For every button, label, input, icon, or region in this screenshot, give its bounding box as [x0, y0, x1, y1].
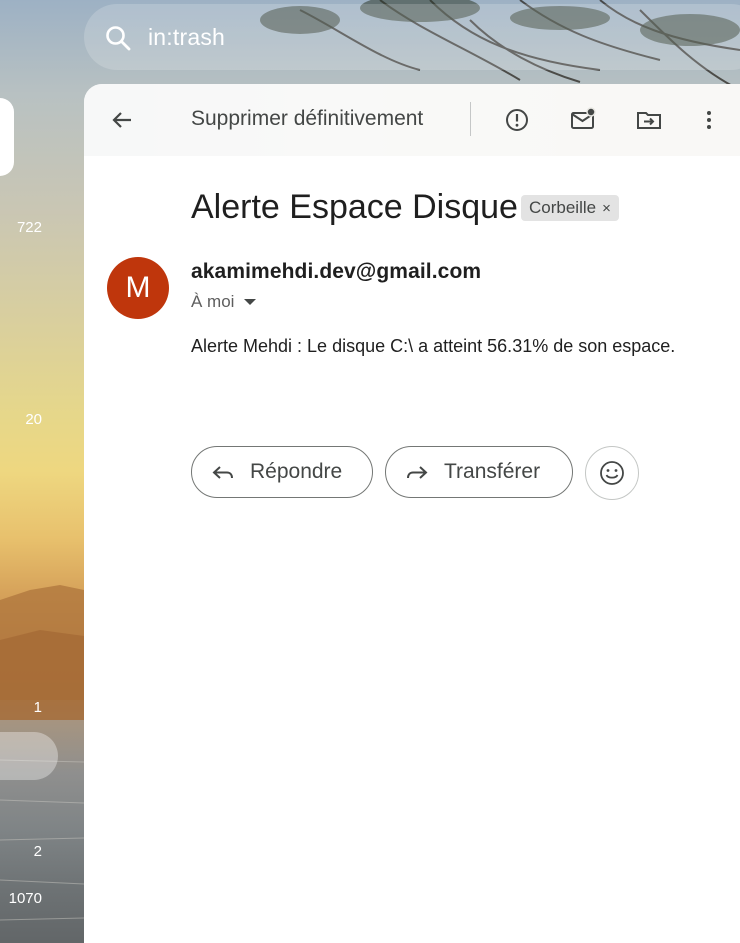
- emoji-reaction-button[interactable]: [585, 446, 639, 500]
- more-vertical-icon[interactable]: [695, 106, 723, 134]
- emoji-reaction-icon: [600, 461, 624, 485]
- sender-email: akamimehdi.dev@gmail.com: [191, 260, 482, 283]
- message-toolbar: Supprimer définitivement: [84, 84, 740, 156]
- label-chip-text: Corbeille: [529, 198, 597, 217]
- avatar-letter: M: [125, 271, 151, 304]
- forward-label: Transférer: [444, 460, 541, 483]
- avatar[interactable]: M: [107, 257, 169, 319]
- delete-forever-button[interactable]: Supprimer définitivement: [191, 107, 423, 131]
- forward-button[interactable]: Transférer: [385, 446, 573, 498]
- reply-button[interactable]: Répondre: [191, 446, 373, 498]
- message-subject: Alerte Espace Disque: [191, 188, 518, 226]
- recipient-details[interactable]: À moi: [191, 292, 257, 312]
- message-body: Alerte Mehdi : Le disque C:\ a atteint 5…: [191, 336, 676, 356]
- reply-icon: [212, 466, 233, 479]
- rail-card[interactable]: [0, 98, 14, 176]
- rail-selected-item[interactable]: [0, 732, 58, 780]
- reply-label: Répondre: [250, 460, 343, 483]
- move-to-folder-icon[interactable]: [635, 106, 663, 134]
- arrow-back-icon[interactable]: [108, 106, 136, 134]
- chevron-down-icon[interactable]: [244, 299, 257, 305]
- label-chip[interactable]: Corbeille ×: [521, 195, 619, 221]
- rail-count: 2: [33, 843, 42, 860]
- recipient-label: À moi: [191, 292, 235, 311]
- rail-count: 722: [16, 219, 42, 236]
- rail-count: 20: [25, 411, 42, 428]
- message-panel: Supprimer définitivement Alerte Espace D…: [84, 84, 740, 943]
- rail-count: 1: [33, 699, 42, 716]
- search-input[interactable]: in:trash: [148, 24, 225, 51]
- mark-unread-icon[interactable]: [569, 106, 597, 134]
- toolbar-divider: [470, 102, 471, 136]
- remove-label-icon[interactable]: ×: [602, 200, 611, 217]
- search-icon[interactable]: [104, 24, 132, 52]
- rail-count: 1070: [8, 890, 42, 907]
- forward-icon: [407, 466, 428, 479]
- search-bar[interactable]: in:trash: [84, 4, 740, 70]
- report-spam-icon[interactable]: [503, 106, 531, 134]
